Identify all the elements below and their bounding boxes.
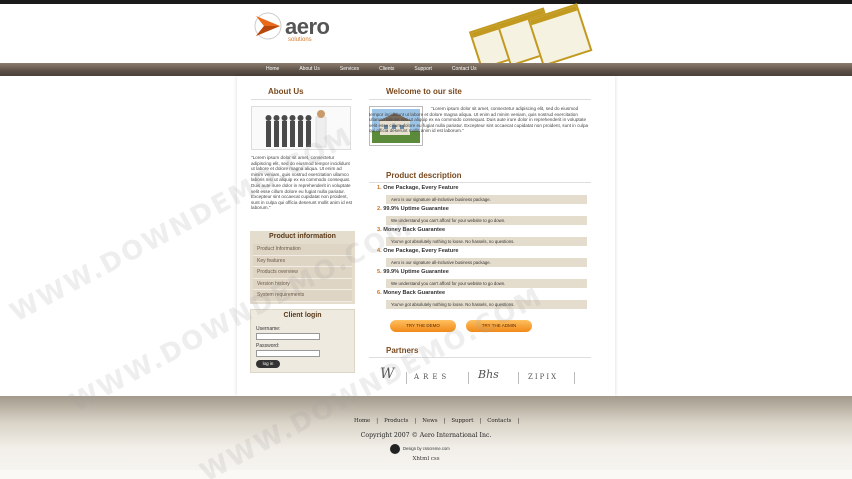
nav-support[interactable]: Support xyxy=(414,64,432,75)
username-input[interactable] xyxy=(256,333,320,340)
item-description: We understand you can't afford for your … xyxy=(386,279,587,288)
main-navigation: Home About Us Services Clients Support C… xyxy=(0,63,852,76)
divider xyxy=(518,372,519,384)
welcome-heading: Welcome to our site xyxy=(386,87,462,96)
password-input[interactable] xyxy=(256,350,320,357)
footer-links: Home | Products | News | Support | Contacts | xyxy=(354,418,520,424)
item-description: Aero is our signature all-inclusive busi… xyxy=(386,258,587,267)
divider xyxy=(574,372,575,384)
divider xyxy=(369,99,591,100)
footer-link-home[interactable]: Home xyxy=(354,418,370,424)
design-credit-text: Design by csscreme.com xyxy=(403,446,450,451)
nav-clients[interactable]: Clients xyxy=(379,64,394,75)
product-description-heading: Product description xyxy=(386,171,462,180)
xhtml-css-link[interactable]: Xhtml css xyxy=(0,456,852,462)
list-item: 5. 99.9% Uptime Guarantee We understand … xyxy=(377,269,591,290)
divider xyxy=(369,182,591,183)
product-information-heading: Product information xyxy=(269,233,336,240)
footer-link-contacts[interactable]: Contacts xyxy=(487,418,511,424)
item-description: Aero is our signature all-inclusive busi… xyxy=(386,195,587,204)
product-description-list: 1. One Package, Every Feature Aero is ou… xyxy=(377,185,591,311)
footer-link-support[interactable]: Support xyxy=(451,418,473,424)
item-number: 5. xyxy=(377,269,382,275)
partner-logo[interactable]: ZIPIX xyxy=(528,373,558,381)
divider xyxy=(251,99,352,100)
nav-services[interactable]: Services xyxy=(340,64,359,75)
nav-home[interactable]: Home xyxy=(266,64,279,75)
item-title: Money Back Guarantee xyxy=(383,290,446,296)
nav-about-us[interactable]: About Us xyxy=(299,64,320,75)
top-border xyxy=(0,0,852,4)
header-screenshots-graphic xyxy=(468,3,593,70)
item-number: 2. xyxy=(377,206,382,212)
item-title: 99.9% Uptime Guarantee xyxy=(383,206,449,212)
welcome-text: "Lorem ipsum dolor sit amet, consectetur… xyxy=(369,106,589,134)
partner-logo[interactable]: Bhs xyxy=(478,368,499,381)
logo[interactable]: aero solutions xyxy=(252,10,342,44)
about-heading: About Us xyxy=(268,87,304,96)
copyright: Copyright 2007 © Aero International Inc. xyxy=(360,432,492,439)
username-label: Username: xyxy=(256,326,281,332)
brand-tagline: solutions xyxy=(288,37,312,43)
logo-mark-icon xyxy=(254,12,282,40)
footer-link-news[interactable]: News xyxy=(422,418,437,424)
footer-link-products[interactable]: Products xyxy=(384,418,408,424)
item-description: We understand you can't afford for your … xyxy=(386,216,587,225)
list-item: 1. One Package, Every Feature Aero is ou… xyxy=(377,185,591,206)
item-number: 6. xyxy=(377,290,382,296)
item-title: 99.9% Uptime Guarantee xyxy=(383,269,449,275)
item-title: One Package, Every Feature xyxy=(383,185,459,191)
list-item: 4. One Package, Every Feature Aero is ou… xyxy=(377,248,591,269)
password-label: Password: xyxy=(256,343,280,349)
login-button[interactable]: log in xyxy=(256,360,280,368)
nav-contact-us[interactable]: Contact Us xyxy=(452,64,477,75)
divider xyxy=(468,372,469,384)
item-number: 1. xyxy=(377,185,382,191)
footer-bottom xyxy=(0,470,852,479)
globe-icon xyxy=(390,444,400,454)
